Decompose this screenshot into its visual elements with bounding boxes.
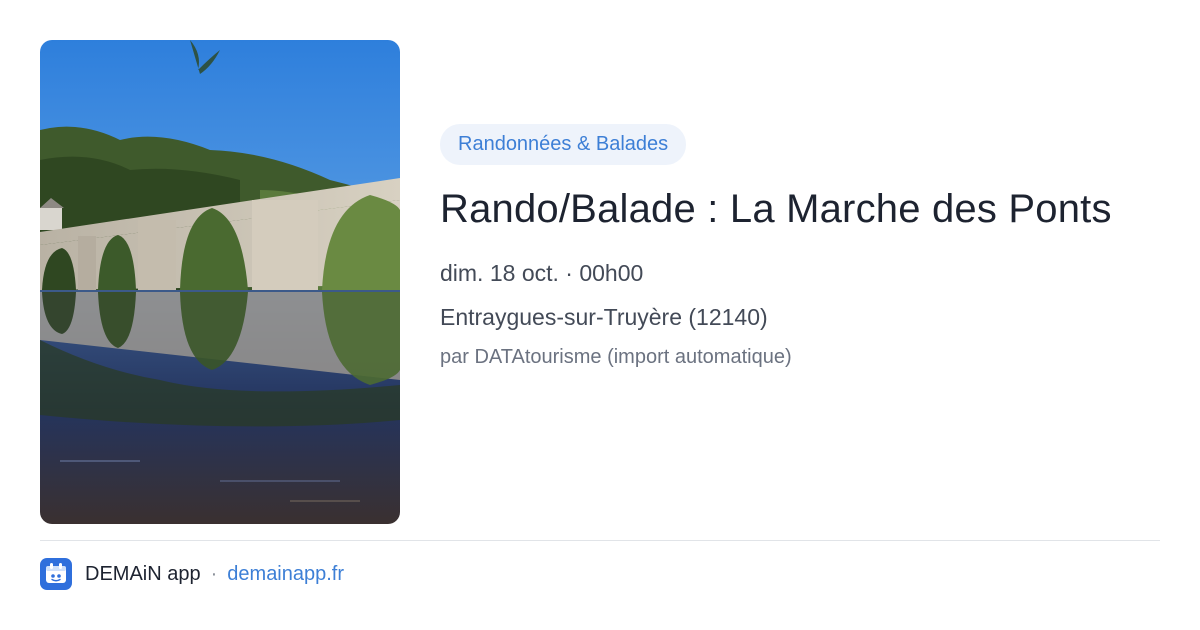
event-title[interactable]: Rando/Balade : La Marche des Ponts [440, 183, 1160, 236]
category-tag[interactable]: Randonnées & Balades [440, 124, 687, 165]
footer-separator: · [210, 562, 218, 585]
demain-app-logo-icon[interactable] [40, 558, 72, 590]
event-location: Entraygues-sur-Truyère (12140) [440, 304, 768, 330]
domain-link[interactable]: demainapp.fr [227, 563, 344, 586]
bridge-photo-illustration [40, 40, 400, 524]
event-author: par DATAtourisme (import automatique) [440, 346, 792, 368]
event-preview-card: Randonnées & Balades Rando/Balade : La M… [0, 0, 1200, 630]
app-name: DEMAiN app [85, 562, 201, 585]
event-date: dim. 18 oct. · 00h00 [440, 260, 644, 286]
footer: DEMAiN app · demainapp.fr [40, 558, 344, 590]
event-photo[interactable] [40, 40, 400, 524]
event-details: Randonnées & Balades Rando/Balade : La M… [440, 124, 1160, 370]
footer-divider [40, 540, 1160, 541]
